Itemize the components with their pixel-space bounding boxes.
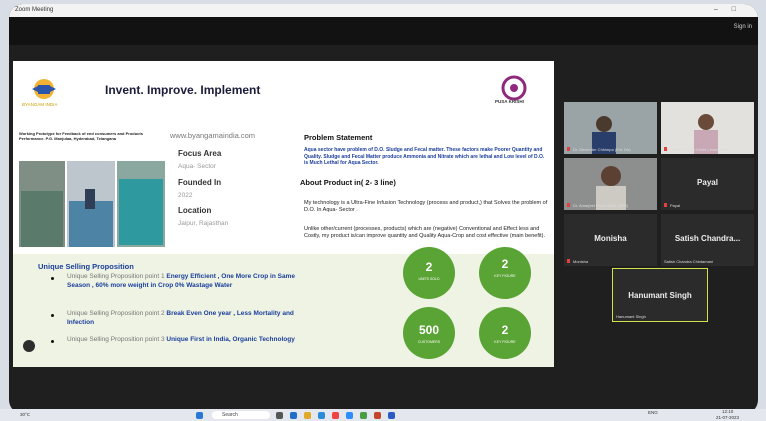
title-bar: Zoom Meeting –□ — [9, 4, 758, 17]
language-indicator[interactable]: ENG — [648, 410, 658, 415]
about-text-2: Unlike other/current (processes, product… — [304, 226, 545, 239]
bullet — [51, 340, 54, 343]
founded-label: Founded In — [178, 178, 222, 187]
powerpoint-icon[interactable] — [374, 412, 381, 419]
participant-display-name: Payal — [697, 178, 718, 187]
usp-item-2: Unique Selling Proposition point 2 Break… — [67, 310, 294, 326]
window-controls[interactable]: –□ — [714, 6, 750, 13]
metric-customers: 500 CUSTOMERS — [403, 307, 455, 359]
clock-date[interactable]: 21-07-2023 — [716, 415, 739, 420]
clock-time[interactable]: 12:10 — [722, 409, 733, 414]
participant-video-tile[interactable]: Dr. Amarjeet Pusa Krishi (IARI) — [564, 158, 657, 210]
participant-display-name: Monisha — [594, 234, 627, 243]
participant-name: Dr. Devender Chhimpa (Ext. Dir) — [573, 147, 631, 152]
participant-video-tile[interactable]: Sakshi (PUSA Krishi | Innovation) — [661, 102, 754, 154]
weather-widget[interactable]: 30°C — [20, 412, 30, 417]
participant-display-name: Hanumant Singh — [628, 291, 692, 300]
participant-name: Satish Chandra Chintamani — [664, 259, 713, 264]
chat-icon[interactable] — [290, 412, 297, 419]
about-text-1: My technology is a Ultra-Fine Infusion T… — [304, 200, 548, 213]
word-icon[interactable] — [388, 412, 395, 419]
focus-area-label: Focus Area — [178, 149, 222, 158]
mic-muted-icon — [664, 147, 667, 151]
maximize-button[interactable]: □ — [732, 6, 750, 13]
about-heading: About Product in( 2- 3 line) — [300, 178, 396, 187]
byangam-logo-icon — [32, 79, 56, 99]
mic-muted-icon — [567, 147, 570, 151]
logo-caption: BYANGAM INDIA — [22, 102, 58, 107]
shared-screen-slide: BYANGAM INDIA Invent. Improve. Implement… — [13, 61, 554, 367]
bullet — [51, 314, 54, 317]
usp-item-3: Unique Selling Proposition point 3 Uniqu… — [67, 336, 295, 343]
participant-name: Hanumant Singh — [616, 314, 646, 319]
mic-muted-icon — [567, 203, 570, 207]
participant-tile-satish[interactable]: Satish Chandra... Satish Chandra Chintam… — [661, 214, 754, 266]
file-explorer-icon[interactable] — [304, 412, 311, 419]
task-view-icon[interactable] — [276, 412, 283, 419]
minimize-button[interactable]: – — [714, 6, 732, 13]
participant-video-tile[interactable]: Dr. Devender Chhimpa (Ext. Dir) — [564, 102, 657, 154]
participant-name: Payal — [670, 203, 681, 208]
participant-name: Dr. Amarjeet Pusa Krishi (IARI) — [573, 203, 628, 208]
participant-display-name: Satish Chandra... — [674, 234, 741, 243]
bullet — [51, 277, 54, 280]
taskbar: 30°C Search ENG 12:10 21-07-2023 — [0, 409, 766, 421]
edge-icon[interactable] — [318, 412, 325, 419]
mic-muted-icon — [567, 259, 570, 263]
usp-section: Unique Selling Proposition Unique Sellin… — [13, 247, 554, 367]
sign-in-link[interactable]: Sign in — [734, 24, 752, 30]
problem-heading: Problem Statement — [304, 133, 373, 142]
zoom-window: Zoom Meeting –□ Sign in BYANGAM INDIA In… — [9, 4, 758, 414]
meeting-top-bar: Sign in — [9, 17, 758, 45]
pusa-caption: PUSA KRISHI — [495, 99, 524, 104]
slide-title: Invent. Improve. Implement — [105, 83, 261, 97]
metric-key-figure-1: 2 KEY FIGURE — [479, 247, 531, 299]
chrome-icon[interactable] — [332, 412, 339, 419]
participant-tile-monisha[interactable]: Monisha Monisha — [564, 214, 657, 266]
participant-name: Sakshi (PUSA Krishi | Innovation) — [670, 147, 730, 152]
search-box[interactable]: Search — [212, 411, 270, 419]
leaf-icon — [23, 340, 35, 352]
zoom-icon[interactable] — [346, 412, 353, 419]
photo-caption: Working Prototype for Feedback of end co… — [19, 131, 143, 141]
founded-value: 2022 — [178, 192, 193, 199]
participant-tile-payal[interactable]: Payal Payal — [661, 158, 754, 210]
participant-tile-hanumant-active-speaker[interactable]: Hanumant Singh Hanumant Singh — [612, 268, 708, 322]
location-value: Jaipur, Rajasthan — [178, 220, 229, 227]
problem-text: Aqua sector have problem of D.O. Sludge … — [304, 147, 545, 166]
start-icon[interactable] — [196, 412, 203, 419]
usp-item-1: Unique Selling Proposition point 1 Energ… — [67, 273, 295, 289]
excel-icon[interactable] — [360, 412, 367, 419]
website-link[interactable]: www.byangamaindia.com — [170, 131, 255, 140]
metric-units-sold: 2 UNITS SOLD — [403, 247, 455, 299]
prototype-photos — [19, 161, 165, 247]
window-title: Zoom Meeting — [15, 7, 54, 13]
usp-heading: Unique Selling Proposition — [38, 262, 134, 271]
mic-muted-icon — [664, 203, 667, 207]
location-label: Location — [178, 206, 212, 215]
metric-key-figure-2: 2 KEY FIGURE — [479, 307, 531, 359]
participant-name: Monisha — [573, 259, 589, 264]
focus-area-value: Aqua- Sector — [178, 163, 216, 170]
pusa-krishi-logo-icon — [501, 75, 527, 101]
